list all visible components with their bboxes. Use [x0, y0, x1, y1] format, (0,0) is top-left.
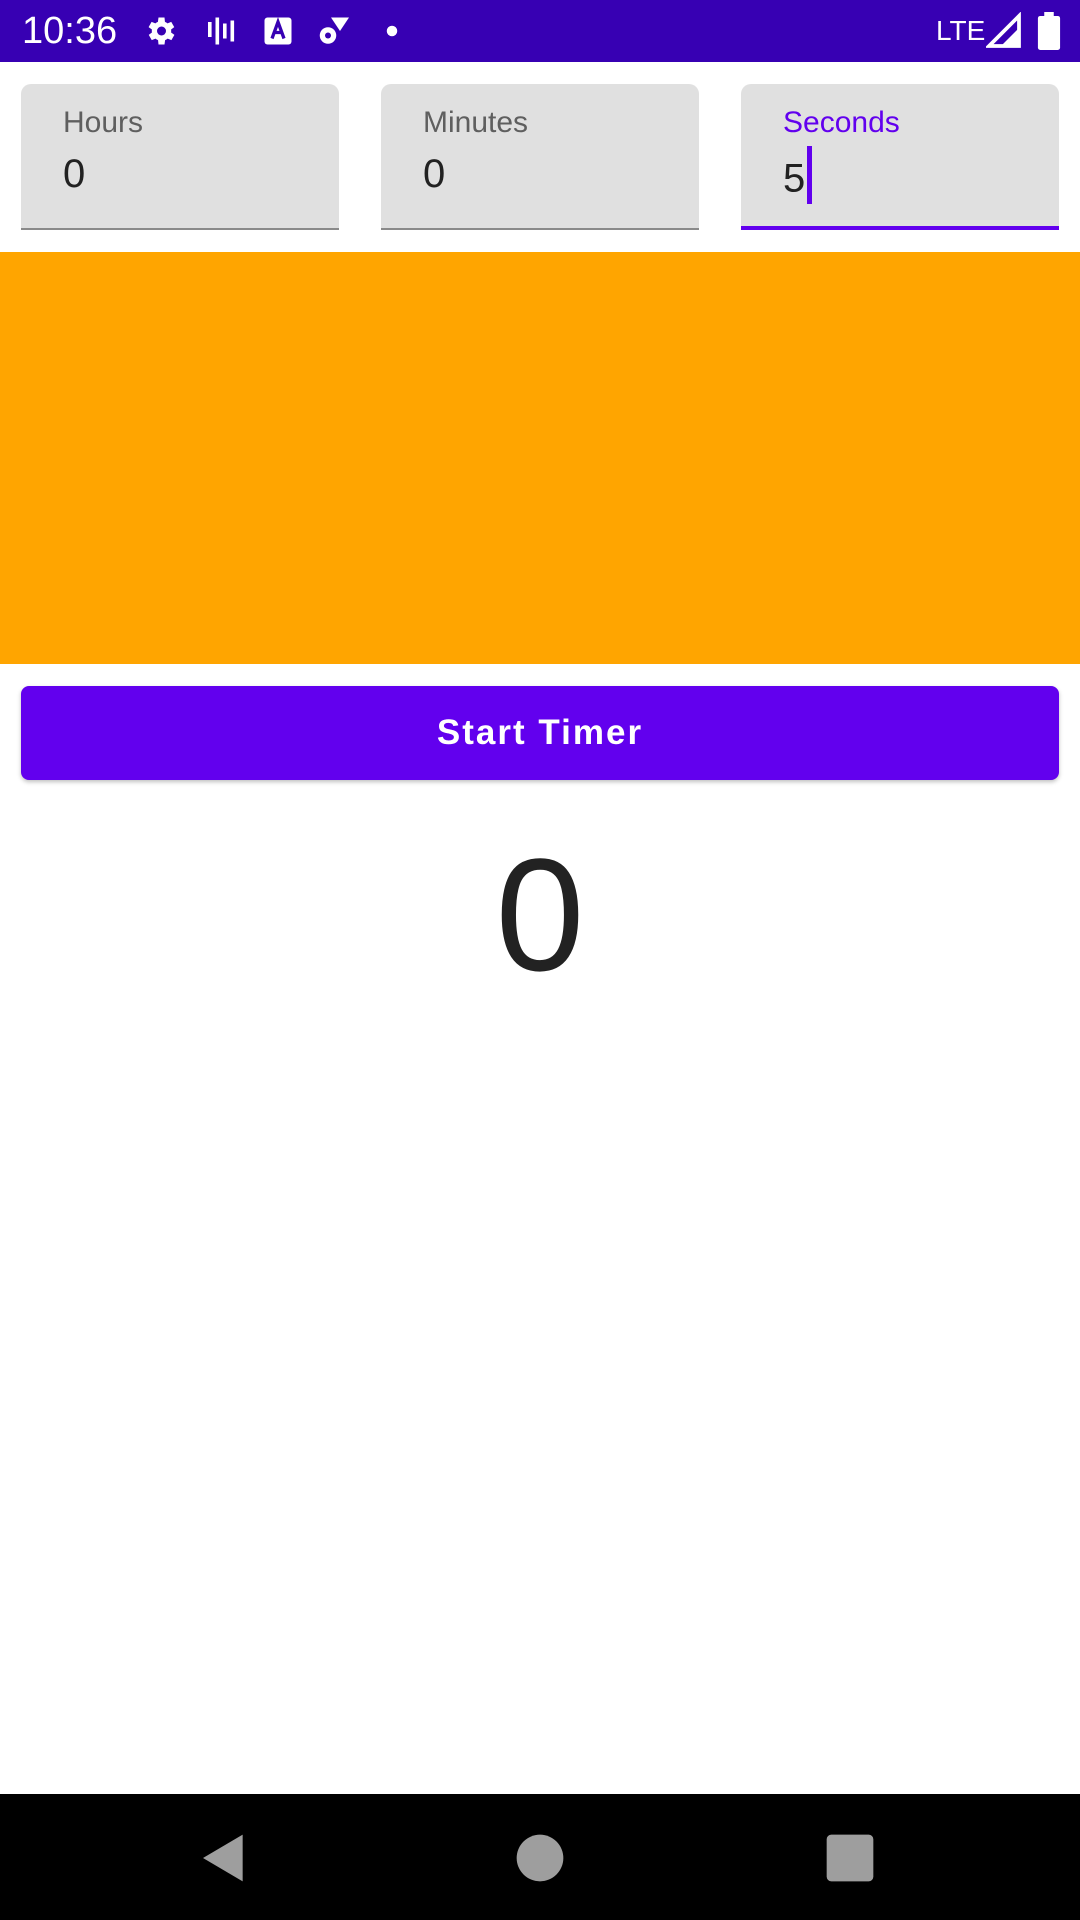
a-badge-icon — [260, 12, 296, 50]
seconds-label: Seconds — [783, 106, 900, 139]
navigation-bar — [0, 1794, 1080, 1920]
home-icon[interactable] — [512, 1830, 568, 1886]
seconds-input[interactable]: 5 — [783, 146, 813, 210]
minutes-input[interactable]: 0 — [423, 152, 445, 197]
recents-icon[interactable] — [822, 1830, 878, 1886]
gear-wifi-icon — [316, 12, 352, 50]
hours-label: Hours — [63, 106, 144, 139]
color-panel — [0, 252, 1080, 664]
minutes-label: Minutes — [423, 106, 529, 139]
start-timer-button[interactable]: Start Timer — [21, 686, 1059, 780]
network-type: LTE — [936, 15, 986, 46]
minutes-field[interactable]: Minutes 0 — [381, 84, 699, 230]
status-time: 10:36 — [22, 10, 118, 52]
countdown-display: 0 — [495, 825, 585, 1004]
dot-icon — [374, 12, 410, 50]
battery-icon — [1036, 12, 1062, 50]
back-icon[interactable] — [196, 1830, 252, 1886]
signal-icon — [986, 12, 1022, 50]
text-cursor — [807, 146, 813, 204]
seconds-field[interactable]: Seconds 5 — [741, 84, 1059, 230]
gear-icon — [142, 12, 178, 50]
activity-icon — [202, 12, 238, 50]
seconds-value: 5 — [783, 156, 806, 201]
status-bar: 10:36 LTE — [0, 0, 1080, 62]
hours-input[interactable]: 0 — [63, 152, 85, 197]
hours-field[interactable]: Hours 0 — [21, 84, 339, 230]
